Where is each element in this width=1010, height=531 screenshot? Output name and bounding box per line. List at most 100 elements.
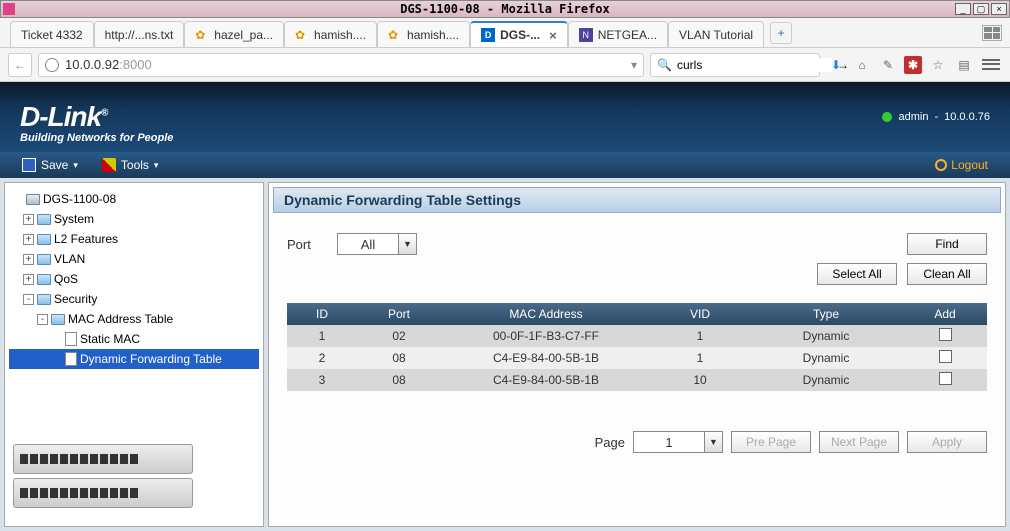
gear-icon: ✿ [388, 28, 402, 42]
addon-icon[interactable]: ✎ [878, 55, 898, 75]
brand-tagline: Building Networks for People [20, 132, 173, 144]
expand-icon[interactable]: + [23, 234, 34, 245]
find-button[interactable]: Find [907, 233, 987, 255]
page-icon [65, 352, 77, 366]
tree-root[interactable]: DGS-1100-08 [9, 189, 259, 209]
port-select[interactable]: All ▼ [337, 233, 417, 255]
new-tab-button[interactable]: + [770, 22, 792, 44]
select-all-button[interactable]: Select All [817, 263, 897, 285]
cell-mac: C4-E9-84-00-5B-1B [441, 347, 651, 369]
search-input[interactable] [677, 58, 832, 72]
menu-button[interactable] [980, 56, 1002, 74]
collapse-icon[interactable]: - [37, 314, 48, 325]
col-vid: VID [651, 303, 749, 325]
pre-page-button[interactable]: Pre Page [731, 431, 811, 453]
cell-type: Dynamic [749, 369, 903, 391]
port-select-value: All [338, 237, 398, 252]
download-icon[interactable]: ⬇ [826, 55, 846, 75]
dropdown-icon[interactable]: ▾ [631, 58, 637, 72]
globe-icon [45, 58, 59, 72]
chevron-down-icon: ▾ [73, 160, 78, 171]
minimize-button[interactable]: _ [955, 3, 971, 15]
brand-header: D-Link® Building Networks for People adm… [0, 82, 1010, 152]
logout-link[interactable]: Logout [923, 152, 1000, 178]
user-ip: 10.0.0.76 [944, 111, 990, 123]
cell-type: Dynamic [749, 347, 903, 369]
tree-dynamic-forwarding[interactable]: Dynamic Forwarding Table [9, 349, 259, 369]
tree-system[interactable]: +System [9, 209, 259, 229]
page-label: Page [595, 435, 625, 450]
tree-static-mac[interactable]: Static MAC [9, 329, 259, 349]
tab-netgear[interactable]: NNETGEA... [568, 21, 668, 47]
tab-hamish-2[interactable]: ✿hamish.... [377, 21, 470, 47]
maximize-button[interactable]: ▢ [973, 3, 989, 15]
tree-qos[interactable]: +QoS [9, 269, 259, 289]
window-title: DGS-1100-08 - Mozilla Firefox [400, 2, 610, 16]
tree-vlan[interactable]: +VLAN [9, 249, 259, 269]
cell-port: 08 [357, 369, 441, 391]
tab-vlan-tutorial[interactable]: VLAN Tutorial [668, 21, 764, 47]
cell-vid: 1 [651, 347, 749, 369]
page-select[interactable]: 1 ▼ [633, 431, 723, 453]
device-image [9, 436, 259, 520]
tree-mac-table[interactable]: -MAC Address Table [9, 309, 259, 329]
expand-icon[interactable]: + [23, 274, 34, 285]
window-titlebar: DGS-1100-08 - Mozilla Firefox _ ▢ × [0, 0, 1010, 18]
folder-icon [37, 254, 51, 265]
tools-menu[interactable]: Tools▾ [90, 152, 171, 178]
dlink-favicon: D [481, 28, 495, 42]
library-icon[interactable]: ▤ [954, 55, 974, 75]
home-icon[interactable]: ⌂ [852, 55, 872, 75]
address-bar[interactable]: 10.0.0.92:8000 ▾ [38, 53, 644, 77]
table-row: 10200-0F-1F-B3-C7-FF1Dynamic [287, 325, 987, 347]
tab-hamish-1[interactable]: ✿hamish.... [284, 21, 377, 47]
forwarding-table: ID Port MAC Address VID Type Add 10200-0… [287, 303, 987, 391]
col-port: Port [357, 303, 441, 325]
tab-hazel[interactable]: ✿hazel_pa... [184, 21, 284, 47]
chevron-down-icon[interactable]: ▼ [704, 432, 722, 452]
gear-icon: ✿ [195, 28, 209, 42]
folder-open-icon [37, 294, 51, 305]
next-page-button[interactable]: Next Page [819, 431, 899, 453]
col-id: ID [287, 303, 357, 325]
tools-icon [102, 158, 116, 172]
tab-nstxt[interactable]: http://...ns.txt [94, 21, 185, 47]
bookmark-icon[interactable]: ☆ [928, 55, 948, 75]
search-box[interactable]: 🔍 → [650, 53, 820, 77]
add-checkbox[interactable] [939, 350, 952, 363]
tree-l2[interactable]: +L2 Features [9, 229, 259, 249]
col-add: Add [903, 303, 987, 325]
folder-icon [37, 214, 51, 225]
cell-type: Dynamic [749, 325, 903, 347]
expand-icon[interactable]: + [23, 254, 34, 265]
add-checkbox[interactable] [939, 328, 952, 341]
expand-icon[interactable]: + [23, 214, 34, 225]
back-button[interactable]: ← [8, 53, 32, 77]
close-tab-icon[interactable]: × [549, 28, 557, 43]
apply-button[interactable]: Apply [907, 431, 987, 453]
navigation-toolbar: ← 10.0.0.92:8000 ▾ 🔍 → ⬇ ⌂ ✎ ✱ ☆ ▤ [0, 48, 1010, 82]
clean-all-button[interactable]: Clean All [907, 263, 987, 285]
cell-add [903, 325, 987, 347]
all-tabs-button[interactable] [982, 25, 1002, 41]
url-text: 10.0.0.92:8000 [65, 57, 625, 72]
cell-id: 3 [287, 369, 357, 391]
chevron-down-icon[interactable]: ▼ [398, 234, 416, 254]
cell-vid: 10 [651, 369, 749, 391]
abp-icon[interactable]: ✱ [904, 56, 922, 74]
tab-dgs-active[interactable]: DDGS-...× [470, 21, 568, 47]
save-menu[interactable]: Save▾ [10, 152, 90, 178]
close-window-button[interactable]: × [991, 3, 1007, 15]
cell-port: 08 [357, 347, 441, 369]
tree-security[interactable]: -Security [9, 289, 259, 309]
logout-icon [935, 159, 947, 171]
tab-strip: Ticket 4332 http://...ns.txt ✿hazel_pa..… [0, 18, 1010, 48]
page-value: 1 [634, 435, 704, 450]
collapse-icon[interactable]: - [23, 294, 34, 305]
tab-ticket[interactable]: Ticket 4332 [10, 21, 94, 47]
add-checkbox[interactable] [939, 372, 952, 385]
separator: - [934, 111, 938, 123]
app-icon [3, 3, 15, 15]
user-name: admin [898, 111, 928, 123]
col-type: Type [749, 303, 903, 325]
